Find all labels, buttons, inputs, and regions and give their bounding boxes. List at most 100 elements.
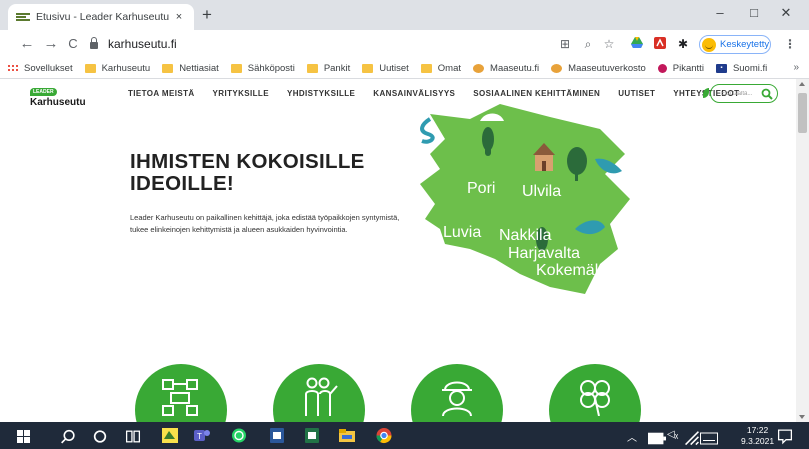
profile-avatar-icon	[702, 37, 716, 52]
page-scrollbar[interactable]	[796, 79, 809, 422]
site-nav-item[interactable]: SOSIAALINEN KEHITTÄMINEN	[473, 89, 600, 98]
svg-text:T: T	[197, 432, 202, 441]
site-nav-item[interactable]: YRITYKSILLE	[213, 89, 269, 98]
chrome-icon[interactable]	[375, 427, 393, 444]
bookmark-label: Sovellukset	[24, 62, 73, 74]
bookmark-label: Suomi.fi	[732, 62, 768, 74]
browser-tab[interactable]: Etusivu - Leader Karhuseutu ×	[8, 4, 194, 30]
reload-button[interactable]: C	[64, 35, 82, 53]
category-circle-companies[interactable]	[135, 364, 227, 422]
extensions-puzzle-icon[interactable]: ✱	[675, 37, 691, 51]
bookmark-item[interactable]: Nettiasiat	[162, 63, 219, 74]
bookmark-item[interactable]: Sähköposti	[230, 63, 295, 74]
volume-icon[interactable]: ◁ᵪ	[667, 429, 678, 440]
address-bar[interactable]: karhuseutu.fi	[90, 33, 555, 55]
scroll-down-icon[interactable]	[799, 415, 805, 419]
site-favicon-icon	[16, 13, 30, 21]
word-icon[interactable]	[268, 427, 286, 444]
category-circle-associations[interactable]	[273, 364, 365, 422]
bookmark-item[interactable]: Karhuseutu	[84, 62, 151, 74]
forward-button[interactable]: →	[42, 35, 60, 53]
bookmarks-overflow-button[interactable]: »	[793, 62, 799, 73]
wifi-icon[interactable]	[683, 429, 701, 446]
teams-icon[interactable]: T	[193, 427, 211, 444]
search-icon[interactable]	[59, 428, 77, 445]
bookmark-star-icon[interactable]: ☆	[601, 37, 617, 51]
suomi-icon: ▪	[715, 63, 727, 73]
new-tab-button[interactable]: +	[202, 6, 212, 24]
pikantti-icon	[657, 63, 667, 73]
tab-strip: Etusivu - Leader Karhuseutu × + – □ ✕	[0, 0, 809, 30]
bookmark-item[interactable]: Maaseutuverkosto	[551, 63, 646, 74]
minimize-button[interactable]: –	[705, 5, 735, 20]
tab-title: Etusivu - Leader Karhuseutu	[36, 11, 170, 23]
bookmark-item[interactable]: Uutiset	[362, 63, 409, 74]
category-circles	[0, 364, 796, 422]
bookmark-item[interactable]: ▪ Suomi.fi	[715, 62, 768, 74]
tray-overflow-chevron-icon[interactable]: ︿	[627, 429, 637, 444]
translate-icon[interactable]: ⊞	[557, 37, 573, 51]
bookmark-item[interactable]: Pankit	[306, 62, 351, 74]
keyboard-icon[interactable]	[700, 430, 718, 447]
map-app-icon[interactable]	[161, 427, 179, 444]
hero-title-line-1: IHMISTEN KOKOISILLE	[130, 150, 365, 173]
windows-start-icon[interactable]	[17, 430, 30, 443]
taskbar-clock[interactable]: 17:22 9.3.2021	[741, 425, 774, 447]
excel-icon[interactable]	[303, 427, 321, 444]
map-label-luvia: Luvia	[443, 224, 482, 241]
tab-close-icon[interactable]: ×	[172, 11, 186, 23]
site-nav-item[interactable]: TIETOA MEISTÄ	[128, 89, 195, 98]
web-page: LEADER Karhuseutu TIETOA MEISTÄ YRITYKSIL…	[0, 79, 796, 422]
maaseutu-icon	[473, 63, 485, 73]
bookmark-item[interactable]: Sovellukset	[7, 63, 73, 74]
bookmark-label: Pankit	[323, 62, 351, 74]
folder-icon	[162, 63, 174, 73]
site-nav-item[interactable]: UUTISET	[618, 89, 655, 98]
bookmark-label: Nettiasiat	[179, 62, 219, 74]
search-icon[interactable]	[761, 88, 773, 100]
maximize-button[interactable]: □	[739, 5, 769, 20]
notifications-icon[interactable]	[776, 428, 794, 445]
people-icon	[305, 377, 338, 416]
hero-description: Leader Karhuseutu on paikallinen kehittä…	[130, 213, 400, 234]
map-label-nakkila: Nakkila	[499, 227, 552, 244]
clock-time: 17:22	[746, 425, 769, 435]
bookmark-label: Karhuseutu	[101, 62, 151, 74]
profile-button[interactable]: Keskeytetty	[699, 35, 771, 54]
folder-icon	[420, 63, 432, 73]
hero-title: IHMISTEN KOKOISILLE IDEOILLE!	[130, 151, 365, 195]
lock-icon	[90, 37, 98, 49]
category-circle-social[interactable]	[549, 364, 641, 422]
folder-icon	[84, 63, 96, 73]
logo-name: Karhuseutu	[30, 97, 86, 108]
site-nav-item[interactable]: KANSAINVÄLISYYS	[373, 89, 455, 98]
battery-icon[interactable]	[648, 430, 666, 447]
file-explorer-icon[interactable]	[338, 427, 356, 444]
map-label-harjavalta: Harjavalta	[508, 245, 581, 262]
site-search-placeholder[interactable]: Etsi täältä...	[721, 91, 761, 97]
site-logo[interactable]: LEADER Karhuseutu	[30, 84, 86, 108]
drive-extension-icon[interactable]	[629, 37, 645, 51]
bookmark-item[interactable]: Maaseutu.fi	[473, 63, 539, 74]
task-view-icon[interactable]	[124, 428, 142, 445]
logo-badge: LEADER	[30, 88, 57, 96]
zoom-icon[interactable]: ⌕	[580, 37, 596, 51]
menu-kebab-icon[interactable]: ⋮	[782, 37, 798, 51]
bookmark-item[interactable]: Pikantti	[657, 63, 704, 74]
cortana-icon[interactable]	[91, 428, 109, 445]
close-window-button[interactable]: ✕	[771, 5, 801, 21]
site-nav-item[interactable]: YHDISTYKSILLE	[287, 89, 355, 98]
map-label-kokemaki: Kokemäki	[536, 262, 607, 279]
back-button[interactable]: ←	[18, 35, 36, 53]
scroll-up-icon[interactable]	[799, 82, 805, 86]
site-search-box[interactable]: Etsi täältä...	[710, 84, 778, 103]
scroll-thumb[interactable]	[798, 93, 807, 133]
profile-status-label: Keskeytetty	[720, 39, 770, 50]
whatsapp-icon[interactable]	[230, 427, 248, 444]
url-text[interactable]: karhuseutu.fi	[108, 37, 177, 51]
category-circle-international[interactable]	[411, 364, 503, 422]
bookmark-label: Uutiset	[379, 62, 409, 74]
pdf-extension-icon[interactable]	[652, 37, 668, 52]
browser-toolbar: ← → C karhuseutu.fi ⊞ ⌕ ☆ ✱ Keskeytetty …	[0, 30, 809, 58]
bookmark-item[interactable]: Omat	[420, 63, 461, 74]
